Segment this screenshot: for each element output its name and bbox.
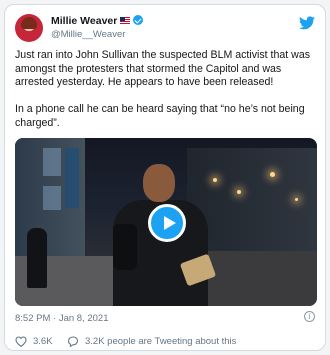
tweet-timestamp[interactable]: 8:52 PM · Jan 8, 2021 bbox=[15, 313, 108, 324]
tweet-paragraph-1: Just ran into John Sullivan the suspecte… bbox=[15, 49, 311, 88]
speech-bubble-icon[interactable] bbox=[67, 336, 79, 347]
display-name[interactable]: Millie Weaver bbox=[51, 15, 117, 27]
tweeting-about-link[interactable]: 3.2K people are Tweeting about this bbox=[85, 336, 236, 347]
author-block[interactable]: Millie Weaver @Millie__Weaver bbox=[51, 15, 144, 41]
tweet-header: Millie Weaver @Millie__Weaver bbox=[15, 14, 315, 44]
twitter-bird-icon[interactable] bbox=[299, 16, 315, 30]
tweet-paragraph-2: In a phone call he can be heard saying t… bbox=[15, 103, 305, 129]
verified-badge-icon bbox=[133, 15, 144, 25]
background-person bbox=[27, 228, 47, 288]
us-flag-icon bbox=[120, 17, 131, 24]
heart-icon[interactable] bbox=[15, 336, 27, 347]
user-handle[interactable]: @Millie__Weaver bbox=[51, 28, 143, 41]
play-button[interactable] bbox=[148, 204, 186, 242]
like-count[interactable]: 3.6K bbox=[33, 336, 53, 347]
tweet-card[interactable]: Millie Weaver @Millie__Weaver Just ran i… bbox=[4, 4, 326, 351]
tweet-text: Just ran into John Sullivan the suspecte… bbox=[15, 49, 319, 144]
avatar[interactable] bbox=[15, 14, 43, 42]
info-icon[interactable]: i bbox=[304, 311, 315, 322]
video-thumbnail[interactable] bbox=[15, 138, 317, 306]
